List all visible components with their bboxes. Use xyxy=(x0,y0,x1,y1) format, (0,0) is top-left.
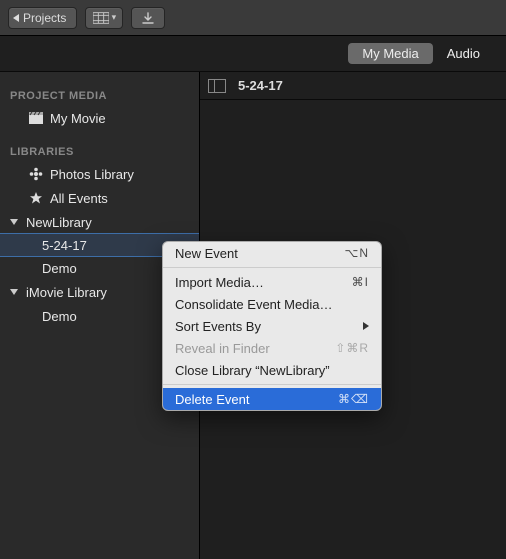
menu-item-consolidate[interactable]: Consolidate Event Media… xyxy=(163,293,381,315)
tab-audio[interactable]: Audio xyxy=(433,43,494,64)
label: Close Library “NewLibrary” xyxy=(175,363,330,378)
dropdown-caret-icon: ▾ xyxy=(112,12,117,23)
shortcut: ⌘⌫ xyxy=(338,392,369,406)
disclosure-triangle-icon[interactable] xyxy=(10,289,18,295)
top-toolbar: Projects ▾ xyxy=(0,0,506,36)
sidebar-item-my-movie[interactable]: My Movie xyxy=(0,106,199,130)
label: 5-24-17 xyxy=(42,238,87,253)
label: Consolidate Event Media… xyxy=(175,297,333,312)
media-tab-row: My Media Audio xyxy=(0,36,506,72)
sidebar-toggle-icon[interactable] xyxy=(208,79,226,93)
label: Photos Library xyxy=(50,167,134,182)
label: Demo xyxy=(42,261,77,276)
menu-item-delete-event[interactable]: Delete Event ⌘⌫ xyxy=(163,388,381,410)
menu-separator xyxy=(163,267,381,268)
menu-item-import-media[interactable]: Import Media… ⌘I xyxy=(163,271,381,293)
star-icon xyxy=(28,191,44,205)
projects-label: Projects xyxy=(23,11,66,25)
filmstrip-icon xyxy=(93,11,109,25)
content-header: 5-24-17 xyxy=(200,72,506,100)
label: NewLibrary xyxy=(26,215,92,230)
clapperboard-icon xyxy=(28,111,44,125)
label: iMovie Library xyxy=(26,285,107,300)
label: Import Media… xyxy=(175,275,264,290)
flower-icon xyxy=(28,167,44,181)
import-button[interactable] xyxy=(131,7,165,29)
shortcut: ⇧⌘R xyxy=(335,341,369,355)
menu-item-new-event[interactable]: New Event ⌥N xyxy=(163,242,381,264)
label: Sort Events By xyxy=(175,319,261,334)
shortcut: ⌘I xyxy=(352,275,369,289)
menu-separator xyxy=(163,384,381,385)
menu-item-close-library[interactable]: Close Library “NewLibrary” xyxy=(163,359,381,381)
tab-my-media[interactable]: My Media xyxy=(348,43,432,64)
sidebar-item-newlibrary[interactable]: NewLibrary xyxy=(0,210,199,234)
download-arrow-icon xyxy=(140,11,156,25)
sidebar-item-photos-library[interactable]: Photos Library xyxy=(0,162,199,186)
label: Reveal in Finder xyxy=(175,341,270,356)
chevron-left-icon xyxy=(13,14,19,22)
sidebar-item-all-events[interactable]: All Events xyxy=(0,186,199,210)
context-menu: New Event ⌥N Import Media… ⌘I Consolidat… xyxy=(162,241,382,411)
label: All Events xyxy=(50,191,108,206)
label: Demo xyxy=(42,309,77,324)
label: My Movie xyxy=(50,111,106,126)
view-layout-button[interactable]: ▾ xyxy=(85,7,123,29)
section-header-libraries: LIBRARIES xyxy=(0,140,199,162)
label: Delete Event xyxy=(175,392,249,407)
submenu-arrow-icon xyxy=(363,322,369,330)
menu-item-sort-events-by[interactable]: Sort Events By xyxy=(163,315,381,337)
section-header-project-media: PROJECT MEDIA xyxy=(0,84,199,106)
disclosure-triangle-icon[interactable] xyxy=(10,219,18,225)
shortcut: ⌥N xyxy=(345,246,370,260)
projects-back-button[interactable]: Projects xyxy=(8,7,77,29)
menu-item-reveal-in-finder: Reveal in Finder ⇧⌘R xyxy=(163,337,381,359)
label: New Event xyxy=(175,246,238,261)
content-title: 5-24-17 xyxy=(238,78,283,93)
